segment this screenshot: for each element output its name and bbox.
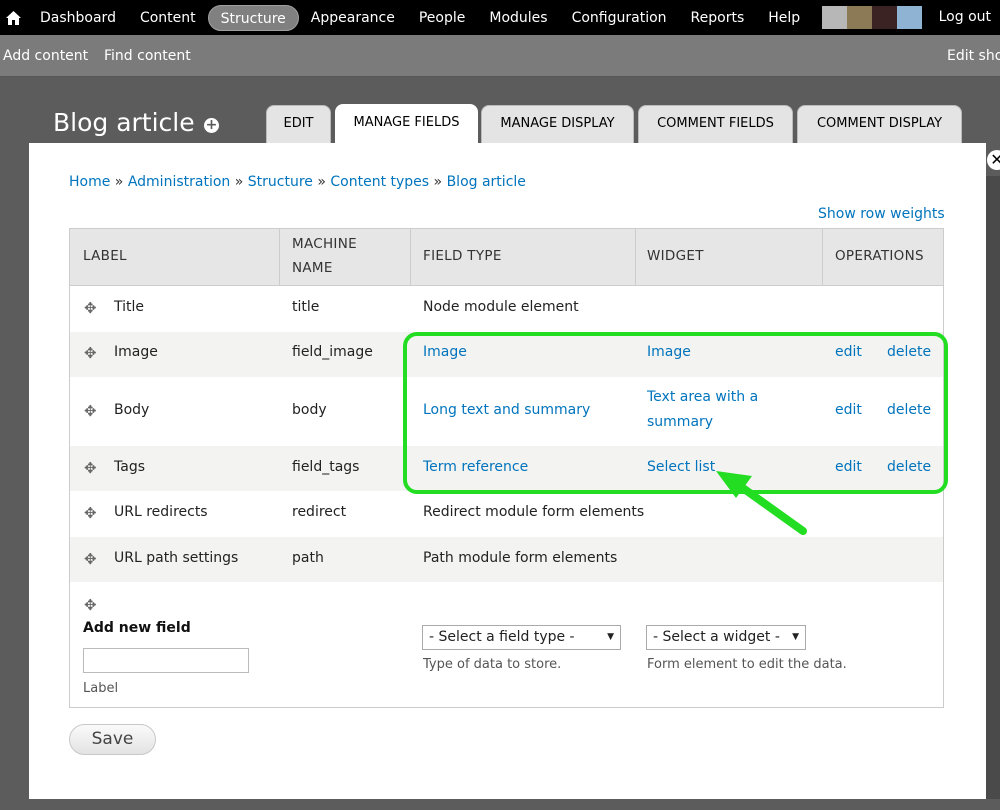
field-type: Node module element (423, 299, 579, 315)
show-row-weights-link[interactable]: Show row weights (818, 206, 945, 222)
field-machine-name: path (292, 550, 324, 566)
widget-description: Form element to edit the data. (647, 657, 847, 672)
breadcrumb-separator: » (433, 174, 443, 190)
page-background-bottom (0, 799, 1000, 810)
drag-handle-icon[interactable] (84, 299, 98, 317)
drag-handle-icon[interactable] (84, 504, 98, 522)
field-label: Body (114, 402, 150, 418)
field-type: Redirect module form elements (423, 504, 645, 520)
field-type: Path module form elements (423, 550, 618, 566)
edit-shortcuts-link[interactable]: Edit sho (947, 35, 1000, 77)
tab-manage-display[interactable]: MANAGE DISPLAY (481, 105, 634, 143)
new-field-label-input[interactable] (83, 648, 249, 673)
logout-link[interactable]: Log out (939, 0, 991, 35)
highlight-annotation (403, 332, 948, 494)
column-divider (279, 229, 280, 286)
tab-comment-fields[interactable]: COMMENT FIELDS (638, 105, 793, 143)
tab-manage-fields[interactable]: MANAGE FIELDS (335, 104, 478, 144)
new-field-label-caption: Label (83, 681, 119, 696)
field-machine-name: body (292, 402, 327, 418)
toolbar-item-configuration[interactable]: Configuration (560, 5, 679, 31)
header-machine-name-line1: MACHINE (292, 236, 357, 252)
field-type-select[interactable]: - Select a field type - ▼ (422, 625, 621, 650)
field-type-select-value: - Select a field type - (429, 629, 575, 645)
home-icon[interactable] (0, 0, 26, 35)
drag-handle-icon[interactable] (84, 550, 98, 568)
field-machine-name: field_image (292, 344, 373, 360)
header-machine-name-line2: NAME (292, 260, 333, 276)
page-background-edge (986, 176, 1000, 810)
breadcrumb-administration[interactable]: Administration (128, 174, 230, 190)
field-machine-name: field_tags (292, 459, 360, 475)
tab-edit[interactable]: EDIT (266, 105, 331, 143)
breadcrumb-separator: » (317, 174, 326, 190)
column-divider (410, 229, 411, 286)
toolbar-item-dashboard[interactable]: Dashboard (28, 5, 128, 31)
field-machine-name: redirect (292, 504, 347, 520)
shortcut-bar: Add content Find content Edit sho (0, 35, 1000, 77)
header-field-type: FIELD TYPE (423, 248, 502, 264)
breadcrumb-blog-article[interactable]: Blog article (447, 174, 526, 190)
toolbar-item-structure[interactable]: Structure (207, 4, 299, 31)
field-label: Title (114, 299, 145, 315)
user-color-swatches (822, 6, 922, 29)
breadcrumb-separator: » (114, 174, 124, 190)
shortcut-add-content[interactable]: Add content (3, 35, 88, 77)
drag-handle-icon[interactable] (84, 459, 98, 477)
breadcrumb-structure[interactable]: Structure (248, 174, 313, 190)
field-label: Tags (114, 459, 145, 475)
page-title: Blog article (53, 108, 195, 137)
breadcrumb-content-types[interactable]: Content types (330, 174, 429, 190)
header-label: LABEL (83, 248, 127, 264)
toolbar-item-reports[interactable]: Reports (679, 5, 757, 31)
toolbar-item-content[interactable]: Content (128, 5, 208, 31)
breadcrumb: Home » Administration » Structure » Cont… (69, 174, 526, 190)
field-machine-name: title (292, 299, 320, 315)
chevron-down-icon: ▼ (792, 632, 799, 642)
toolbar-item-modules[interactable]: Modules (477, 5, 559, 31)
drag-handle-icon[interactable] (84, 596, 98, 614)
column-divider (635, 229, 636, 286)
widget-select-value: - Select a widget - (653, 629, 780, 645)
swatch-2 (847, 6, 872, 29)
drag-handle-icon[interactable] (84, 344, 98, 362)
toolbar-item-help[interactable]: Help (756, 5, 812, 31)
toolbar-item-people[interactable]: People (407, 5, 478, 31)
header-operations: OPERATIONS (835, 248, 924, 264)
tab-comment-display[interactable]: COMMENT DISPLAY (797, 105, 962, 143)
table-header (70, 229, 943, 286)
swatch-4 (897, 6, 922, 29)
drag-handle-icon[interactable] (84, 402, 98, 420)
close-icon[interactable]: ✕ (987, 150, 1000, 170)
chevron-down-icon: ▼ (607, 632, 614, 642)
save-button[interactable]: Save (69, 724, 156, 755)
swatch-1 (822, 6, 847, 29)
field-label: Image (114, 344, 158, 360)
breadcrumb-home[interactable]: Home (69, 174, 110, 190)
add-shortcut-icon[interactable]: + (204, 118, 219, 133)
shortcut-find-content[interactable]: Find content (104, 35, 191, 77)
widget-select[interactable]: - Select a widget - ▼ (646, 625, 806, 650)
toolbar-item-appearance[interactable]: Appearance (299, 5, 407, 31)
admin-toolbar: Dashboard Content Structure Appearance P… (0, 0, 1000, 35)
breadcrumb-separator: » (234, 174, 244, 190)
field-type-description: Type of data to store. (423, 657, 562, 672)
field-label: URL path settings (114, 550, 239, 566)
header-widget: WIDGET (647, 248, 704, 264)
column-divider (822, 229, 823, 286)
add-new-field-heading: Add new field (83, 620, 191, 636)
field-label: URL redirects (114, 504, 208, 520)
swatch-3 (872, 6, 897, 29)
